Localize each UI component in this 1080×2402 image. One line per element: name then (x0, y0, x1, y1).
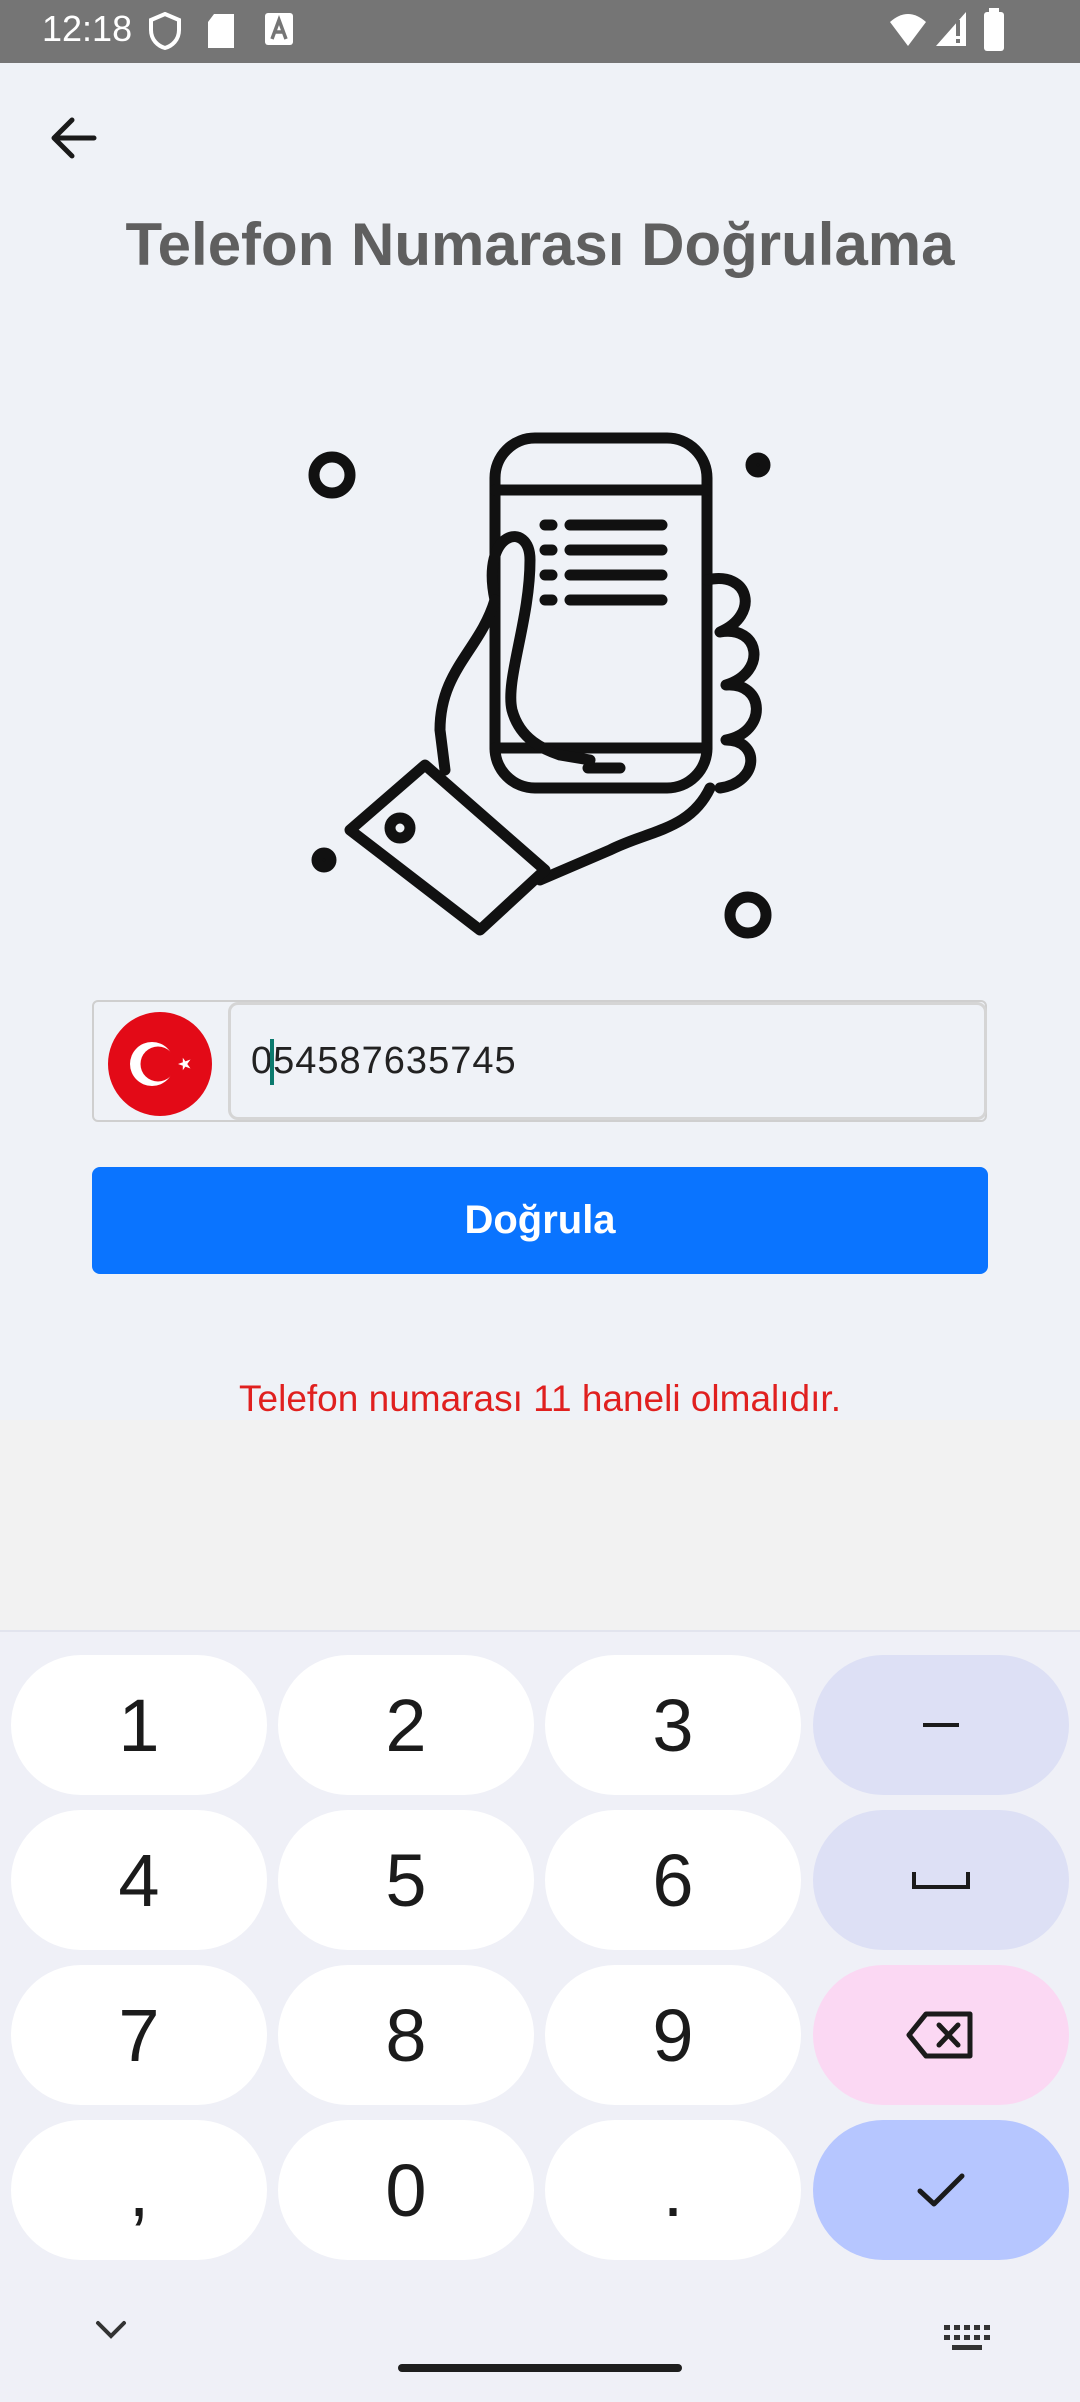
backspace-icon (906, 2011, 973, 2059)
key-space[interactable] (813, 1810, 1069, 1950)
checkmark-icon (917, 2173, 965, 2207)
battery-icon (983, 8, 1005, 57)
page-title: Telefon Numarası Doğrulama (125, 211, 955, 278)
key-9[interactable]: 9 (545, 1965, 801, 2105)
keyboard-gap (0, 1420, 1080, 1630)
key-dash[interactable] (813, 1655, 1069, 1795)
key-2[interactable]: 2 (278, 1655, 534, 1795)
key-comma[interactable]: , (11, 2120, 267, 2260)
text-cursor (270, 1039, 274, 1085)
signal-icon (934, 10, 968, 55)
key-1[interactable]: 1 (11, 1655, 267, 1795)
shield-icon (148, 11, 182, 55)
hand-phone-illustration (290, 410, 790, 955)
wifi-icon (888, 10, 928, 55)
chevron-down-icon (96, 2321, 126, 2339)
key-3[interactable]: 3 (545, 1655, 801, 1795)
status-bar: 12:18 (0, 0, 1080, 63)
keyboard-icon (944, 2325, 990, 2350)
home-indicator[interactable] (398, 2364, 682, 2372)
key-0[interactable]: 0 (278, 2120, 534, 2260)
hide-keyboard-button[interactable] (95, 2320, 127, 2345)
arrow-left-icon (51, 117, 97, 159)
error-message: Telefon numarası 11 haneli olmalıdır. (239, 1378, 841, 1419)
key-4[interactable]: 4 (11, 1810, 267, 1950)
space-icon (912, 1872, 970, 1889)
status-time: 12:18 (42, 8, 133, 49)
verify-button[interactable]: Doğrula (92, 1167, 988, 1274)
sd-card-icon (206, 12, 236, 55)
back-button[interactable] (36, 100, 112, 176)
key-backspace[interactable] (813, 1965, 1069, 2105)
key-8[interactable]: 8 (278, 1965, 534, 2105)
key-period[interactable]: . (545, 2120, 801, 2260)
phone-input-group: 054587635745 (92, 1000, 987, 1122)
key-6[interactable]: 6 (545, 1810, 801, 1950)
key-7[interactable]: 7 (11, 1965, 267, 2105)
phone-number-input[interactable]: 054587635745 (228, 1002, 987, 1120)
dash-icon (923, 1723, 959, 1727)
keyboard-switch-button[interactable] (944, 2325, 990, 2356)
key-done[interactable] (813, 2120, 1069, 2260)
turkey-flag-icon[interactable] (108, 1012, 212, 1116)
key-5[interactable]: 5 (278, 1810, 534, 1950)
text-a-icon (264, 12, 294, 51)
